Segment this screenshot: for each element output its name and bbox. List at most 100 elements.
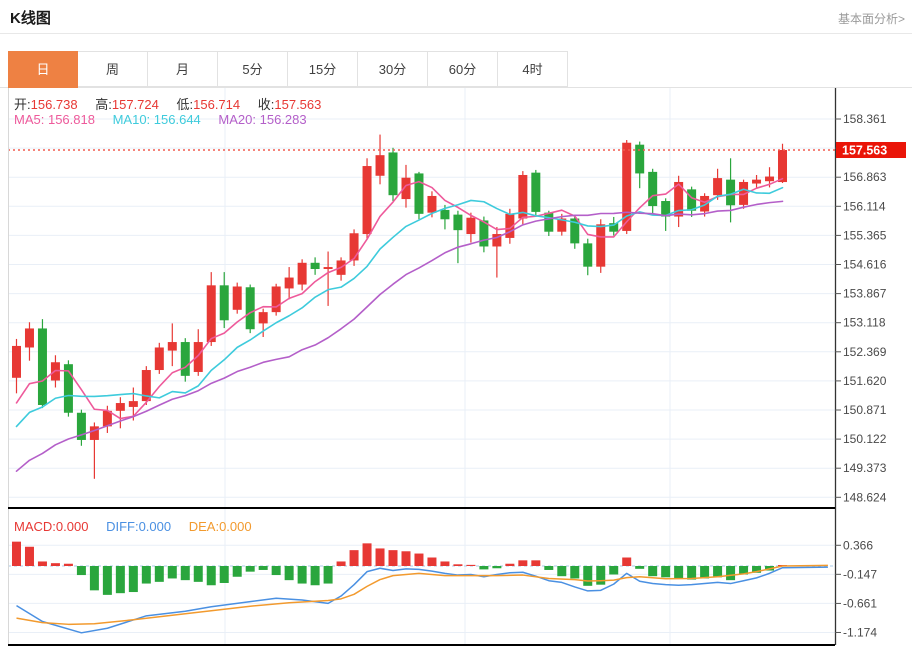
candle-body (453, 214, 463, 231)
macd-bar (583, 566, 593, 586)
candle-body (89, 426, 99, 440)
candle-body (37, 328, 47, 405)
macd-axis-label: -0.147 (843, 567, 877, 581)
ma-bar: MA5: 156.818 MA10: 156.644 MA20: 156.283 (14, 112, 321, 127)
macd-bar (453, 564, 463, 566)
y-axis-label: 149.373 (843, 461, 887, 475)
y-axis-label: 158.361 (843, 112, 887, 126)
macd-bar (284, 566, 294, 581)
candle-body (167, 342, 177, 351)
macd-bar (713, 566, 723, 578)
macd-bar (219, 566, 229, 583)
macd-bar (167, 566, 177, 579)
macd-bar (544, 566, 554, 570)
candle-body (232, 286, 242, 310)
candle-body (128, 401, 138, 407)
macd-bar (505, 563, 515, 566)
macd-bar (492, 566, 502, 569)
candle-body (752, 179, 762, 184)
macd-bar (89, 566, 99, 591)
macd-bar (414, 553, 424, 566)
macd-bar (531, 560, 541, 566)
diff-label: DIFF: (106, 519, 139, 534)
close-value: 157.563 (274, 97, 322, 112)
macd-bar (388, 550, 398, 566)
y-axis-label: 150.871 (843, 403, 887, 417)
macd-bar (427, 557, 437, 566)
candle-body (466, 217, 476, 235)
ma20-label: MA20: (218, 112, 256, 127)
macd-bar (401, 551, 411, 566)
macd-bar (180, 566, 190, 581)
macd-bar (674, 566, 684, 579)
candle-body (154, 347, 164, 371)
macd-axis-label: -0.661 (843, 596, 877, 610)
candle-body (583, 243, 593, 267)
candle-body (11, 345, 21, 378)
candle-body (24, 328, 34, 348)
y-axis-label: 155.365 (843, 228, 887, 242)
candle-body (596, 224, 606, 267)
y-axis-label: 153.867 (843, 287, 887, 301)
macd-axis-label: -1.174 (843, 625, 877, 639)
candle-body (635, 144, 645, 174)
macd-bar (11, 541, 21, 566)
candle-body (531, 172, 541, 212)
dea-value: 0.000 (219, 519, 252, 534)
ma20-line (15, 200, 784, 472)
macd-axis-label: 0.366 (843, 538, 873, 552)
candle-body (271, 286, 281, 313)
macd-bar (310, 566, 320, 586)
y-axis-label: 150.122 (843, 432, 887, 446)
macd-bar (297, 566, 307, 584)
candle-body (297, 262, 307, 285)
macd-bar (206, 566, 216, 586)
macd-bar (50, 563, 60, 566)
candle-body (440, 209, 450, 220)
y-axis-label: 156.114 (843, 199, 886, 213)
macd-bar (349, 550, 359, 566)
high-value: 157.724 (111, 97, 159, 112)
candle-body (245, 287, 255, 330)
macd-bar (375, 548, 385, 566)
macd-bar (271, 566, 281, 576)
y-axis-label: 153.118 (843, 316, 886, 330)
candle-body (310, 262, 320, 270)
candle-body (349, 233, 359, 261)
macd-bar (323, 566, 333, 584)
macd-bar (570, 566, 580, 579)
macd-value: 0.000 (55, 519, 89, 534)
macd-bar (154, 566, 164, 582)
macd-label: MACD: (14, 519, 56, 534)
candle-body (765, 176, 775, 182)
macd-bar (479, 566, 489, 570)
low-label: 低: (176, 97, 194, 112)
candle-body (180, 342, 190, 376)
macd-bar (596, 566, 606, 585)
candle-body (375, 155, 385, 176)
kline-page: { "header": { "title": "K线图", "link": "基… (0, 0, 912, 648)
macd-bar (362, 543, 372, 566)
ma10-value: 156.644 (153, 112, 201, 127)
y-axis-label: 152.369 (843, 345, 887, 359)
macd-bar (557, 566, 567, 577)
ma5-label: MA5: (14, 112, 45, 127)
y-axis-label: 151.620 (843, 374, 887, 388)
macd-bar (245, 566, 255, 572)
macd-bar (232, 566, 242, 577)
candle-body (414, 173, 424, 214)
candle-body (323, 267, 333, 270)
candle-body (219, 285, 229, 321)
candle-body (193, 342, 203, 372)
macd-bar: MACD:0.000 DIFF:0.000 DEA:0.000 (14, 519, 266, 534)
macd-bar (518, 560, 528, 566)
macd-bar (726, 566, 736, 581)
macd-bar (648, 566, 658, 577)
macd-bar (37, 561, 47, 566)
diff-value: 0.000 (138, 519, 172, 534)
macd-bar (609, 566, 619, 575)
macd-bar (128, 566, 138, 593)
y-axis-label: 154.616 (843, 258, 887, 272)
ma10-line (15, 186, 784, 428)
macd-bar (141, 566, 151, 584)
